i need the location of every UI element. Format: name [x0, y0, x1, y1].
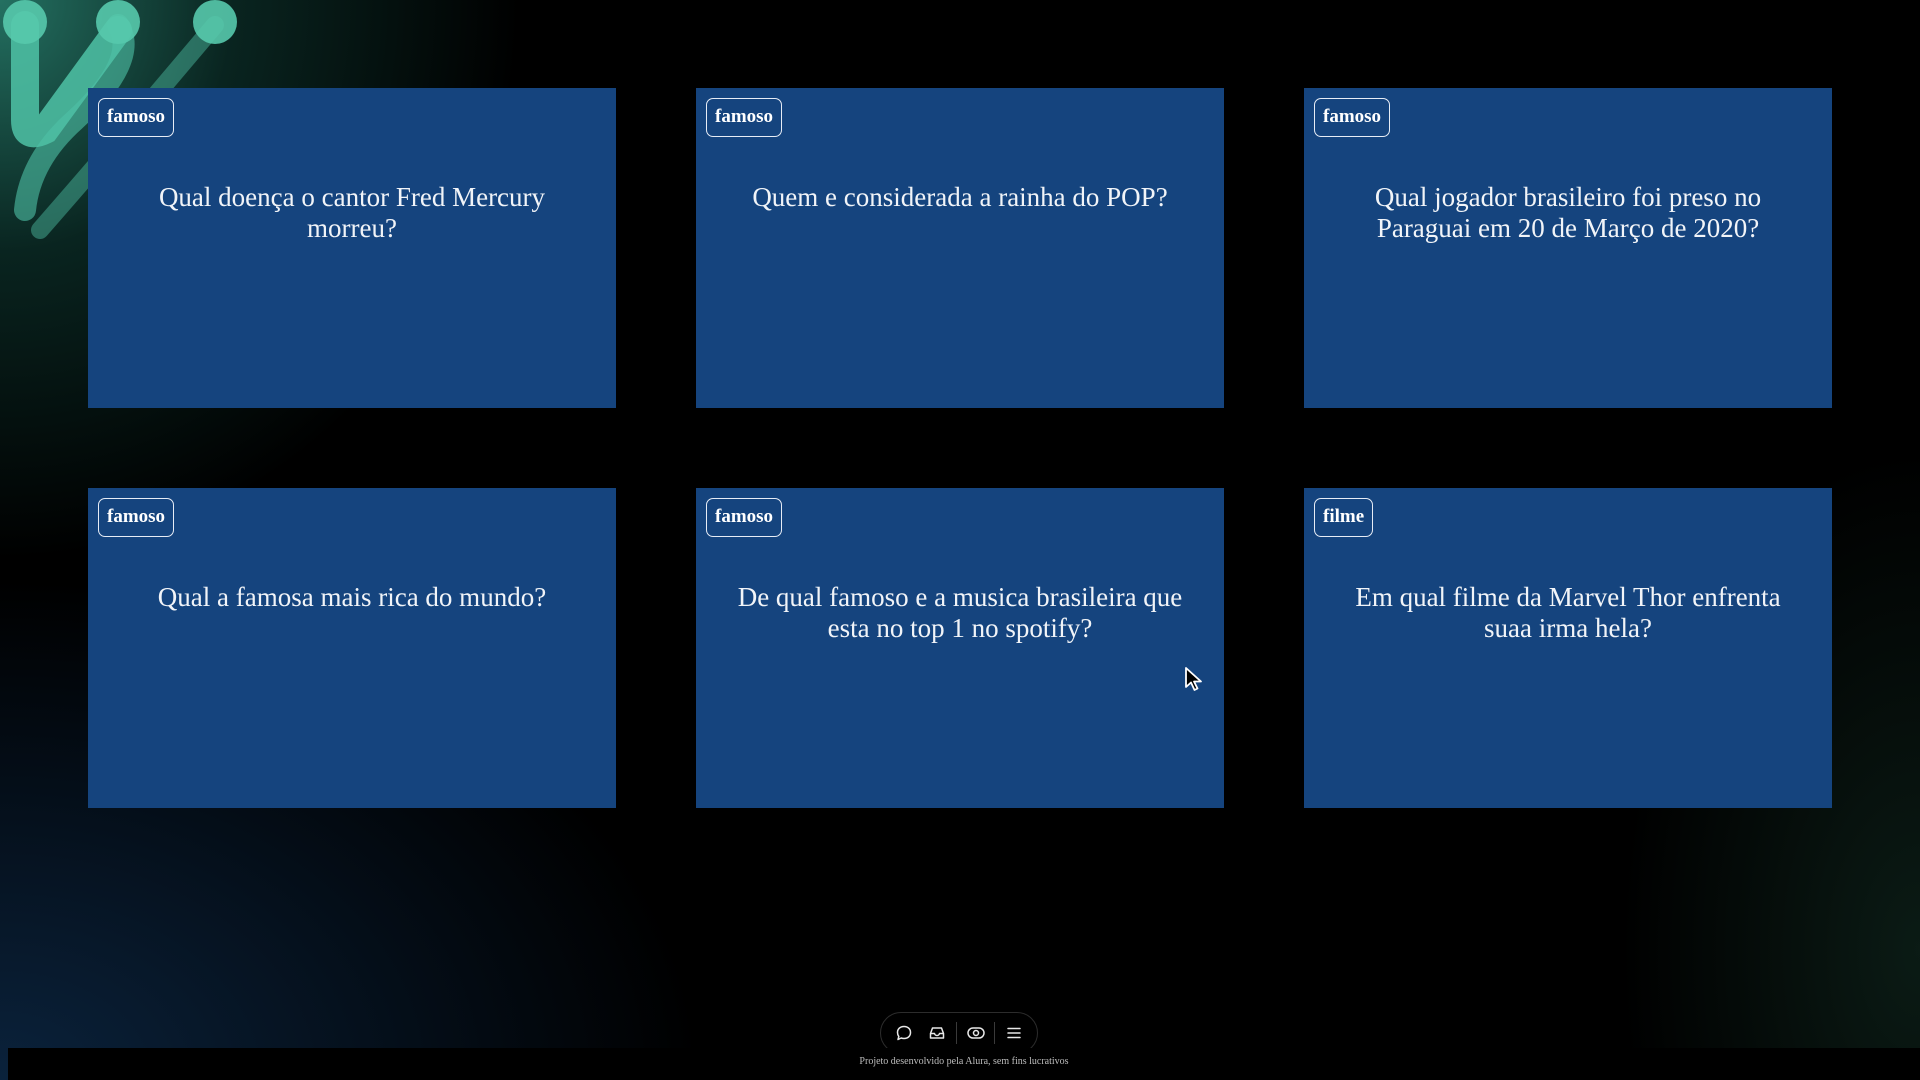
- footer: Projeto desenvolvido pela Alura, sem fin…: [8, 1048, 1920, 1080]
- chat-bubble-icon: [896, 1025, 912, 1041]
- category-tag[interactable]: famoso: [98, 98, 175, 137]
- footer-credit-text: Projeto desenvolvido pela Alura, sem fin…: [859, 1056, 1069, 1067]
- question-card-grid: famoso Qual doença o cantor Fred Mercury…: [88, 88, 1832, 808]
- category-tag[interactable]: famoso: [98, 498, 175, 537]
- category-tag[interactable]: filme: [1314, 498, 1374, 537]
- chat-button[interactable]: [889, 1018, 919, 1048]
- inbox-icon: [930, 1027, 945, 1039]
- eye-toggle-button[interactable]: [961, 1018, 991, 1048]
- page: famoso Qual doença o cantor Fred Mercury…: [0, 0, 1920, 1080]
- mouse-cursor-icon: [1185, 667, 1202, 691]
- question-text: Qual a famosa mais rica do mundo?: [157, 582, 547, 612]
- question-card[interactable]: famoso Quem e considerada a rainha do PO…: [696, 88, 1224, 408]
- category-tag[interactable]: famoso: [706, 498, 783, 537]
- question-card[interactable]: famoso Qual doença o cantor Fred Mercury…: [88, 88, 616, 408]
- question-card[interactable]: famoso Qual a famosa mais rica do mundo?: [88, 488, 616, 808]
- menu-button[interactable]: [999, 1018, 1029, 1048]
- question-card[interactable]: famoso De qual famoso e a musica brasile…: [696, 488, 1224, 808]
- question-text: Qual doença o cantor Fred Mercury morreu…: [158, 182, 546, 243]
- toolbar-divider: [956, 1022, 958, 1044]
- question-text: De qual famoso e a musica brasileira que…: [737, 582, 1183, 643]
- question-text: Em qual filme da Marvel Thor enfrenta su…: [1355, 582, 1781, 643]
- question-card[interactable]: famoso Qual jogador brasileiro foi preso…: [1304, 88, 1832, 408]
- category-tag[interactable]: famoso: [706, 98, 783, 137]
- question-card[interactable]: filme Em qual filme da Marvel Thor enfre…: [1304, 488, 1832, 808]
- question-text: Quem e considerada a rainha do POP?: [752, 182, 1168, 212]
- question-text: Qual jogador brasileiro foi preso no Par…: [1374, 182, 1762, 243]
- menu-icon: [1007, 1027, 1021, 1039]
- toolbar-divider: [994, 1022, 996, 1044]
- inbox-button[interactable]: [922, 1018, 952, 1048]
- category-tag[interactable]: famoso: [1314, 98, 1391, 137]
- eye-toggle-icon: [967, 1027, 985, 1039]
